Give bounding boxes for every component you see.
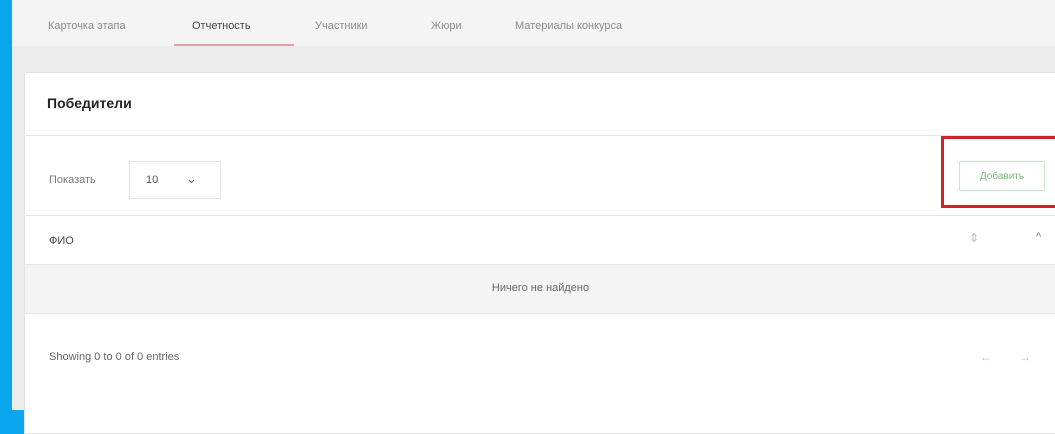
divider [25, 313, 1055, 314]
active-tab-indicator [174, 44, 294, 46]
page-size-label: Показать [49, 174, 96, 186]
chevron-down-icon: ⌄ [186, 171, 197, 186]
tab-bar: Карточка этапа Отчетность Участники Жюри… [12, 0, 1055, 46]
sort-icon[interactable]: ⇕ [969, 231, 979, 245]
entries-info: Showing 0 to 0 of 0 entries [49, 351, 180, 363]
chevron-up-icon[interactable]: ^ [1036, 231, 1041, 243]
winners-card: Победители Показать 10 ⌄ Добавить ФИО ⇕ … [24, 72, 1055, 434]
arrow-right-icon[interactable]: → [1019, 350, 1031, 364]
page-size-select[interactable]: 10 ⌄ [129, 161, 221, 199]
tab-stage-card[interactable]: Карточка этапа [48, 20, 126, 32]
add-button[interactable]: Добавить [959, 161, 1045, 191]
divider [25, 135, 1055, 136]
tab-contest-materials[interactable]: Материалы конкурса [515, 20, 622, 32]
divider [25, 215, 1055, 216]
page: Карточка этапа Отчетность Участники Жюри… [12, 0, 1055, 434]
tab-jury[interactable]: Жюри [431, 20, 462, 32]
empty-row: Ничего не найдено [25, 265, 1055, 313]
arrow-left-icon[interactable]: ← [980, 350, 992, 364]
page-size-value: 10 [146, 174, 159, 186]
card-title: Победители [47, 95, 132, 111]
tab-reporting[interactable]: Отчетность [192, 20, 251, 32]
empty-message: Ничего не найдено [491, 282, 590, 294]
column-header-fio[interactable]: ФИО [49, 235, 74, 247]
tab-participants[interactable]: Участники [315, 20, 368, 32]
